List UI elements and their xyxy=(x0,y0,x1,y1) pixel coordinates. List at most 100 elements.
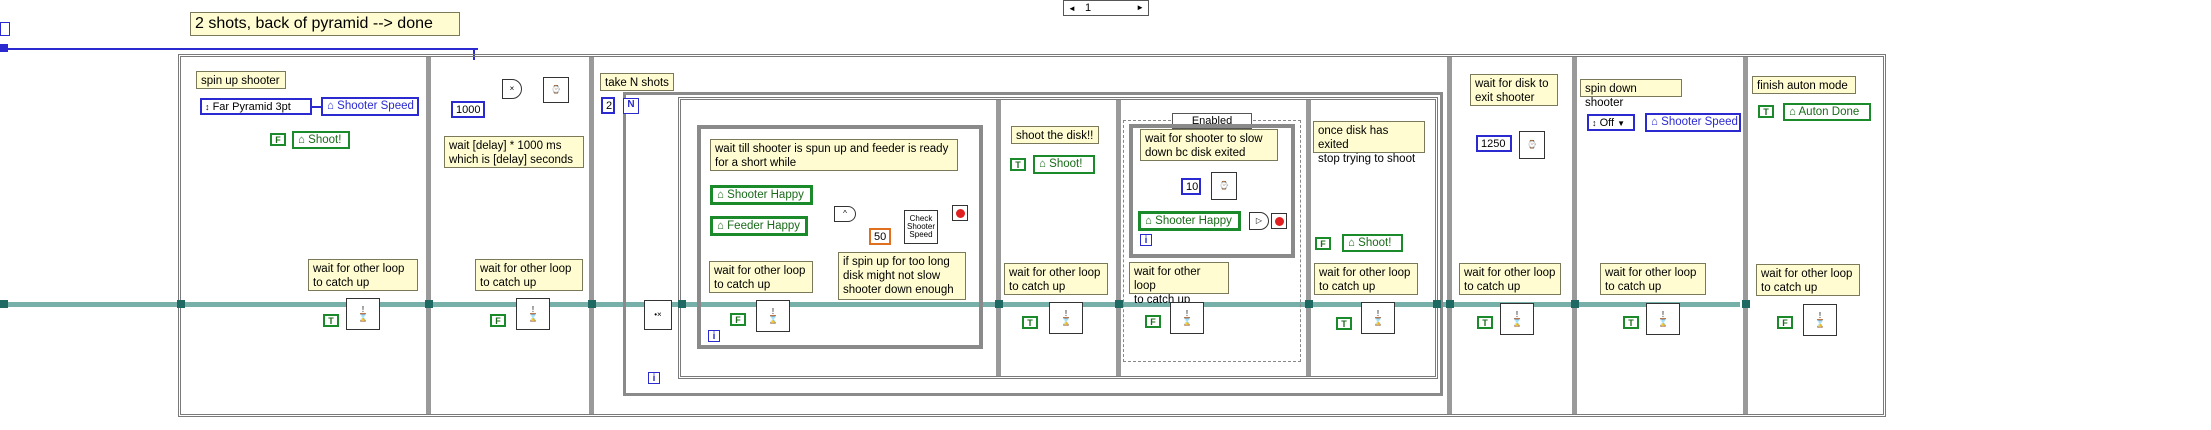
frame-selector-ring[interactable]: ◄ 1 ► xyxy=(1063,0,1149,16)
false-constant[interactable]: F xyxy=(1777,316,1793,329)
true-constant[interactable]: T xyxy=(1010,158,1026,171)
shooter-happy-global[interactable]: ⌂ Shooter Happy xyxy=(1138,211,1241,231)
sync-vi-icon[interactable]: ! ⌛ xyxy=(1049,302,1083,334)
true-constant[interactable]: T xyxy=(1623,316,1639,329)
input-terminal-icon xyxy=(0,44,8,52)
wire-tunnel xyxy=(1446,300,1454,308)
take-n-shots-note: take N shots xyxy=(600,73,674,91)
sync-vi-icon[interactable]: ! ⌛ xyxy=(1500,303,1534,335)
count-terminal: N xyxy=(623,98,639,114)
input-terminal-icon xyxy=(0,22,10,36)
shooter-speed-global[interactable]: ⌂ Shooter Speed xyxy=(321,97,419,116)
global-variable-icon: ⌂ xyxy=(1039,158,1046,170)
far-pyramid-enum[interactable]: ↕ Far Pyramid 3pt xyxy=(200,98,312,115)
global-variable-icon: ⌂ xyxy=(1145,215,1152,227)
wire-tunnel xyxy=(177,300,185,308)
spin-down-note: spin down shooter xyxy=(1580,79,1682,109)
not-icon[interactable]: ▷ xyxy=(1249,212,1269,230)
global-variable-icon: ⌂ xyxy=(1348,237,1355,249)
false-constant[interactable]: F xyxy=(1145,315,1161,328)
stop-icon[interactable] xyxy=(952,205,968,221)
shoot-global[interactable]: ⌂ Shoot! xyxy=(1033,155,1095,174)
enum-value: Off xyxy=(1599,117,1615,129)
frame-divider xyxy=(1116,100,1121,376)
delay-note: wait [delay] * 1000 ms which is [delay] … xyxy=(444,136,584,168)
wire-tunnel xyxy=(425,300,433,308)
gvar-label: Auton Done xyxy=(1798,106,1860,118)
gvar-label: Feeder Happy xyxy=(727,220,801,232)
wire-tunnel xyxy=(678,300,686,308)
wait-other-loop-note: wait for other loop to catch up xyxy=(1756,264,1860,296)
wire-tunnel xyxy=(1115,300,1123,308)
wire-tunnel xyxy=(1433,300,1441,308)
wait-other-loop-note: wait for other loop to catch up xyxy=(1129,262,1229,306)
spin-up-note: spin up shooter xyxy=(196,71,286,89)
wait-other-loop-note: wait for other loop to catch up xyxy=(1459,263,1561,295)
iteration-icon: i xyxy=(1140,234,1152,246)
ms-constant[interactable]: 1000 xyxy=(451,101,485,118)
wait-other-loop-note: wait for other loop to catch up xyxy=(1314,263,1418,295)
wait-other-loop-note: wait for other loop to catch up xyxy=(1600,263,1706,295)
sync-vi-icon[interactable]: ! ⌛ xyxy=(346,298,380,330)
sync-vi-icon[interactable]: ! ⌛ xyxy=(1803,304,1837,336)
ring-right-arrow[interactable]: ► xyxy=(1136,1,1144,15)
n-constant[interactable]: 2 xyxy=(601,97,615,114)
false-constant[interactable]: F xyxy=(730,313,746,326)
title-note: 2 shots, back of pyramid --> done xyxy=(190,12,460,36)
compare-icon[interactable]: •× xyxy=(644,300,672,330)
false-constant[interactable]: F xyxy=(270,133,286,146)
const-50[interactable]: 50 xyxy=(869,228,891,245)
iteration-icon: i xyxy=(648,372,660,384)
stop-icon[interactable] xyxy=(1271,213,1287,229)
const-10[interactable]: 10 xyxy=(1181,178,1201,195)
and-icon[interactable]: ^ xyxy=(834,206,856,222)
frame-divider xyxy=(1572,57,1577,414)
sync-vi-icon[interactable]: ! ⌛ xyxy=(1361,302,1395,334)
spun-up-note: wait till shooter is spun up and feeder … xyxy=(710,139,958,171)
wait-ms-icon[interactable]: ⌚ xyxy=(1519,131,1545,159)
sync-vi-icon[interactable]: ! ⌛ xyxy=(1170,302,1204,334)
false-constant[interactable]: F xyxy=(490,314,506,327)
wire-tunnel xyxy=(995,300,1003,308)
check-shooter-speed-vi[interactable]: Check Shooter Speed xyxy=(904,210,938,244)
shoot-global[interactable]: ⌂ Shoot! xyxy=(1342,234,1403,252)
slow-down-note: wait for shooter to slow down bc disk ex… xyxy=(1140,129,1278,161)
chevron-down-icon: ▼ xyxy=(1617,119,1626,128)
true-constant[interactable]: T xyxy=(1758,105,1774,118)
true-constant[interactable]: T xyxy=(1477,316,1493,329)
wire-tunnel xyxy=(0,300,8,308)
off-enum[interactable]: ↕ Off ▼ xyxy=(1587,114,1635,131)
wait-other-loop-note: wait for other loop to catch up xyxy=(709,261,813,293)
enum-arrows-icon: ↕ xyxy=(1592,118,1597,128)
wire-tunnel xyxy=(1742,300,1750,308)
wire-tunnel xyxy=(1305,300,1313,308)
shoot-global[interactable]: ⌂ Shoot! xyxy=(292,131,350,149)
global-variable-icon: ⌂ xyxy=(717,220,724,232)
global-variable-icon: ⌂ xyxy=(1789,106,1796,118)
frame-divider xyxy=(1306,100,1311,376)
false-constant[interactable]: F xyxy=(1315,237,1331,250)
gvar-label: Shoot! xyxy=(1049,158,1083,170)
shooter-happy-global[interactable]: ⌂ Shooter Happy xyxy=(710,185,813,205)
multiply-icon[interactable]: × xyxy=(502,79,522,99)
shooter-speed-global[interactable]: ⌂ Shooter Speed xyxy=(1645,113,1741,132)
ms-constant[interactable]: 1250 xyxy=(1476,135,1512,152)
wait-ms-icon[interactable]: ⌚ xyxy=(1211,172,1237,200)
disk-exited-note: once disk has exited stop trying to shoo… xyxy=(1313,121,1425,165)
wire-tunnel xyxy=(588,300,596,308)
iteration-icon: i xyxy=(708,330,720,342)
global-variable-icon: ⌂ xyxy=(327,100,334,112)
frame-divider xyxy=(589,57,594,414)
wait-ms-icon[interactable]: ⌚ xyxy=(543,77,569,103)
true-constant[interactable]: T xyxy=(323,314,339,327)
ring-left-arrow[interactable]: ◄ xyxy=(1068,4,1076,13)
sync-vi-icon[interactable]: ! ⌛ xyxy=(516,298,550,330)
gvar-label: Shooter Speed xyxy=(1661,116,1738,128)
global-variable-icon: ⌂ xyxy=(717,189,724,201)
feeder-happy-global[interactable]: ⌂ Feeder Happy xyxy=(710,216,808,236)
sync-vi-icon[interactable]: ! ⌛ xyxy=(1646,303,1680,335)
sync-vi-icon[interactable]: ! ⌛ xyxy=(756,300,790,332)
auton-done-global[interactable]: ⌂ Auton Done xyxy=(1783,103,1871,121)
true-constant[interactable]: T xyxy=(1022,316,1038,329)
true-constant[interactable]: T xyxy=(1336,317,1352,330)
